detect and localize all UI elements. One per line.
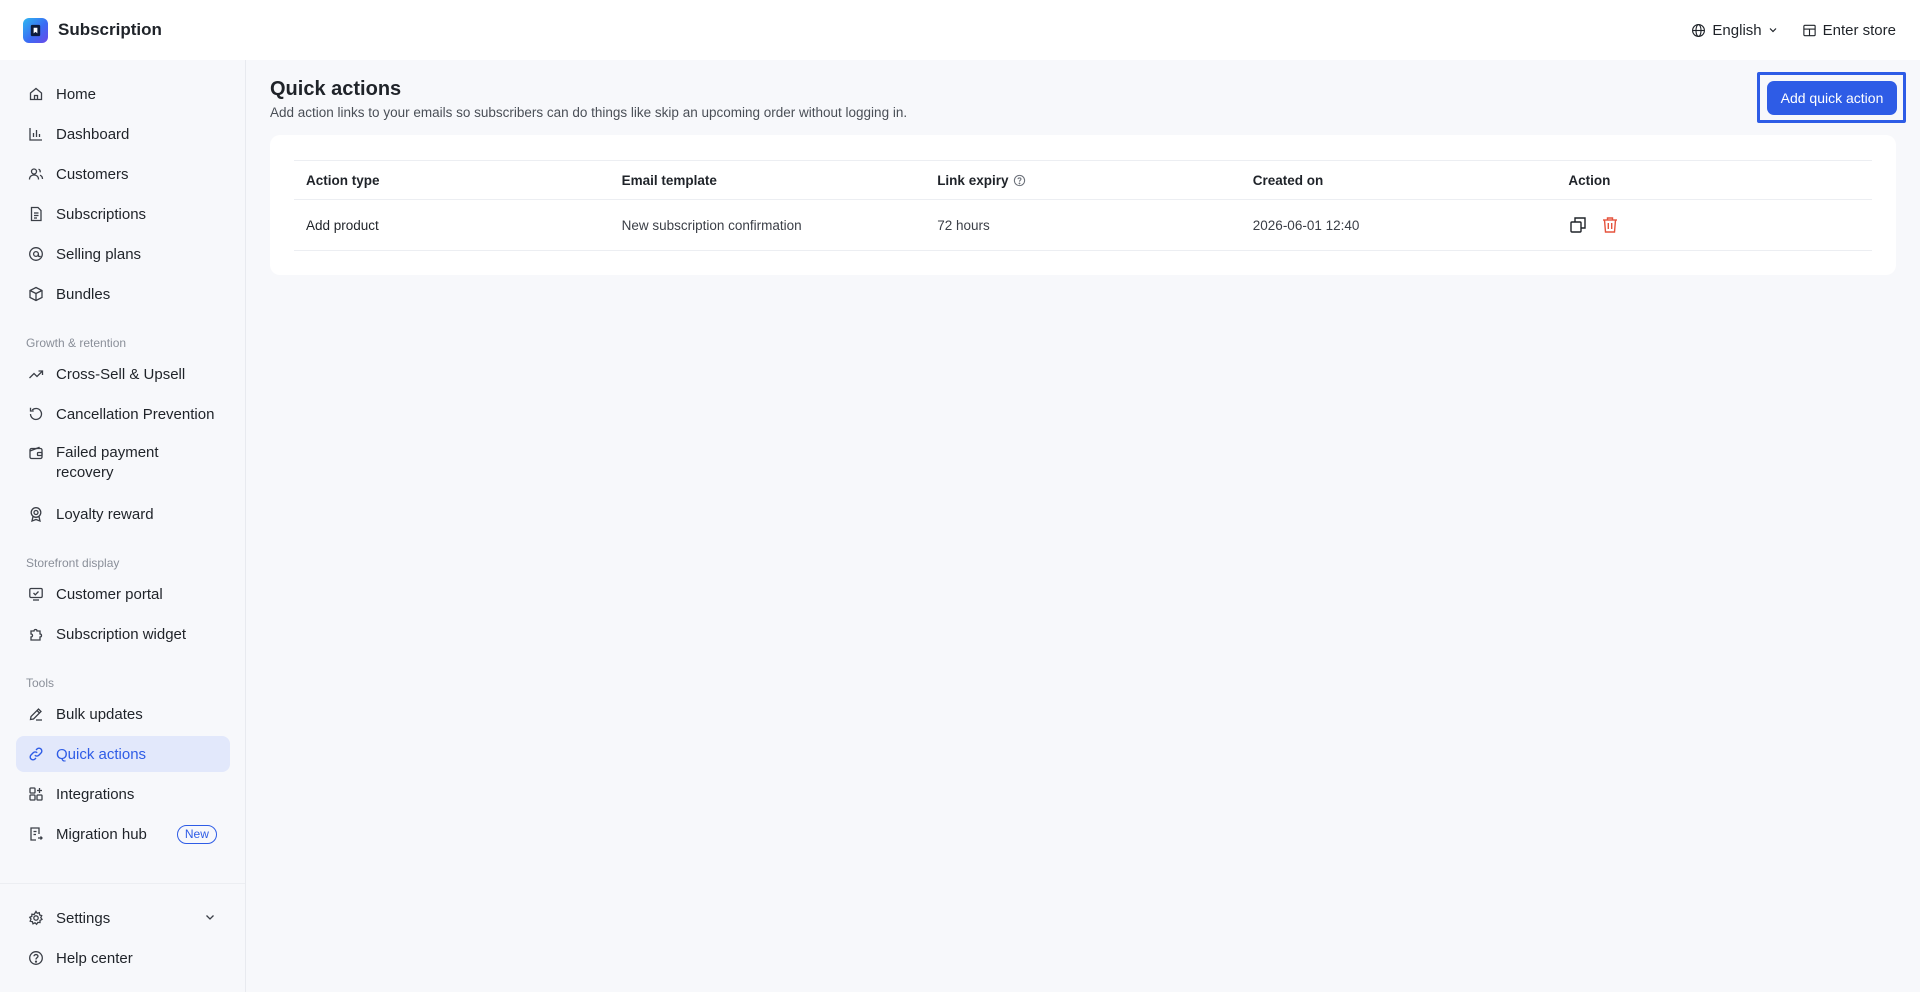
help-circle-icon — [29, 951, 43, 965]
rotate-ccw-icon — [29, 407, 43, 421]
home-icon — [29, 87, 43, 101]
sidebar-item-label: Migration hub — [56, 825, 147, 843]
monitor-icon — [29, 587, 43, 601]
gear-icon — [28, 910, 43, 926]
chevron-down-icon — [206, 915, 214, 920]
column-header-label: Action type — [306, 172, 380, 188]
sidebar-item-bulk-updates[interactable]: Bulk updates — [16, 696, 230, 732]
cell-actions — [1556, 215, 1872, 235]
document-icon — [30, 206, 42, 222]
delete-button[interactable] — [1600, 215, 1620, 235]
award-icon — [30, 507, 42, 522]
column-header-label: Created on — [1252, 172, 1324, 188]
sidebar: Home Dashboard Customers Subscriptions S… — [0, 60, 246, 992]
cell-created-on: 2026-06-01 12:40 — [1252, 217, 1360, 233]
sidebar-item-customers[interactable]: Customers — [16, 156, 230, 192]
column-header-created-on: Created on — [1241, 173, 1557, 188]
sidebar-item-selling-plans[interactable]: Selling plans — [16, 236, 230, 272]
sidebar-item-customer-portal[interactable]: Customer portal — [16, 576, 230, 612]
sidebar-item-failed-payment-recovery[interactable]: Failed payment recovery — [16, 436, 230, 484]
sidebar-item-label: Settings — [56, 909, 111, 927]
column-header-action-type: Action type — [294, 173, 610, 188]
sidebar-divider — [0, 883, 245, 884]
sidebar-item-label: Home — [56, 85, 97, 103]
chevron-down-icon — [1769, 28, 1777, 33]
section-growth-retention: Growth & retention — [26, 336, 127, 350]
sidebar-item-migration-hub[interactable]: Migration hub New — [16, 816, 230, 852]
sidebar-item-label: Quick actions — [56, 745, 147, 763]
sidebar-item-settings[interactable]: Settings — [16, 900, 230, 936]
puzzle-icon — [30, 628, 43, 641]
sidebar-item-label: Customers — [56, 165, 129, 183]
sidebar-item-label: Loyalty reward — [56, 505, 154, 523]
copy-icon — [1570, 217, 1587, 233]
wallet-icon — [29, 446, 43, 460]
app-title: Subscription — [58, 20, 162, 39]
section-storefront-display: Storefront display — [26, 556, 120, 570]
sidebar-item-label: Subscriptions — [56, 205, 147, 223]
store-icon — [1802, 24, 1816, 36]
language-selector[interactable]: English — [1691, 22, 1777, 39]
sidebar-item-label: Dashboard — [56, 125, 130, 143]
column-header-email-template: Email template — [610, 173, 926, 188]
page-description: Add action links to your emails so subsc… — [270, 105, 908, 120]
sidebar-item-label: Subscription widget — [56, 625, 187, 643]
sidebar-item-home[interactable]: Home — [16, 76, 230, 112]
sidebar-item-cross-sell[interactable]: Cross-Sell & Upsell — [16, 356, 230, 392]
sidebar-item-label: Integrations — [56, 785, 135, 803]
sidebar-item-help-center[interactable]: Help center — [16, 940, 230, 976]
pen-icon — [29, 708, 42, 721]
quick-actions-table: Action type Email template Link expiry C… — [294, 160, 1872, 251]
sidebar-item-label: Cancellation Prevention — [56, 405, 215, 423]
sidebar-item-label: Customer portal — [56, 585, 163, 603]
cell-link-expiry: 72 hours — [937, 217, 990, 233]
table-row: Add product New subscription confirmatio… — [294, 200, 1872, 251]
info-help-icon[interactable] — [1013, 174, 1026, 187]
column-header-link-expiry: Link expiry — [925, 173, 1241, 188]
app-logo-icon — [23, 17, 48, 43]
quick-actions-card: Action type Email template Link expiry C… — [270, 135, 1896, 275]
top-bar: Subscription English Enter store — [0, 0, 1920, 60]
sidebar-item-label: Bundles — [56, 285, 111, 303]
column-header-action: Action — [1556, 173, 1872, 188]
cell-email-template: New subscription confirmation — [621, 217, 802, 233]
sidebar-item-label: Bulk updates — [56, 705, 143, 723]
column-header-label: Email template — [621, 172, 717, 188]
add-quick-action-button[interactable]: Add quick action — [1767, 81, 1897, 115]
column-header-label: Action — [1568, 172, 1611, 188]
page-title: Quick actions — [270, 78, 402, 100]
box-icon — [29, 286, 43, 302]
sidebar-item-integrations[interactable]: Integrations — [16, 776, 230, 812]
sidebar-item-label: Cross-Sell & Upsell — [56, 365, 186, 383]
sidebar-item-dashboard[interactable]: Dashboard — [16, 116, 230, 152]
enter-store-label: Enter store — [1822, 21, 1896, 39]
globe-icon — [1692, 23, 1706, 37]
sidebar-item-label: Selling plans — [56, 245, 142, 263]
sidebar-item-subscriptions[interactable]: Subscriptions — [16, 196, 230, 232]
enter-store-button[interactable]: Enter store — [1802, 22, 1896, 39]
sidebar-item-subscription-widget[interactable]: Subscription widget — [16, 616, 230, 652]
section-tools: Tools — [26, 676, 55, 690]
trash-icon — [1603, 217, 1618, 233]
trend-up-icon — [29, 370, 44, 379]
copy-button[interactable] — [1568, 215, 1588, 235]
new-badge: New — [176, 824, 217, 844]
sidebar-item-label: Help center — [56, 949, 133, 967]
file-export-icon — [30, 827, 43, 841]
brand[interactable]: Subscription — [23, 17, 162, 43]
users-icon — [28, 168, 44, 180]
sidebar-item-loyalty-reward[interactable]: Loyalty reward — [16, 496, 230, 532]
bar-chart-icon — [29, 128, 42, 141]
column-header-label: Link expiry — [937, 172, 1009, 188]
link-icon — [29, 747, 43, 761]
percent-tag-icon — [29, 247, 43, 261]
sidebar-item-quick-actions[interactable]: Quick actions — [16, 736, 230, 772]
sidebar-item-cancellation-prevention[interactable]: Cancellation Prevention — [16, 396, 230, 432]
sidebar-item-label: Failed payment recovery — [56, 444, 159, 481]
sidebar-item-bundles[interactable]: Bundles — [16, 276, 230, 312]
table-header-row: Action type Email template Link expiry C… — [294, 160, 1872, 200]
cell-action-type: Add product — [306, 217, 379, 233]
grid-plus-icon — [29, 787, 43, 801]
language-label: English — [1712, 21, 1762, 39]
